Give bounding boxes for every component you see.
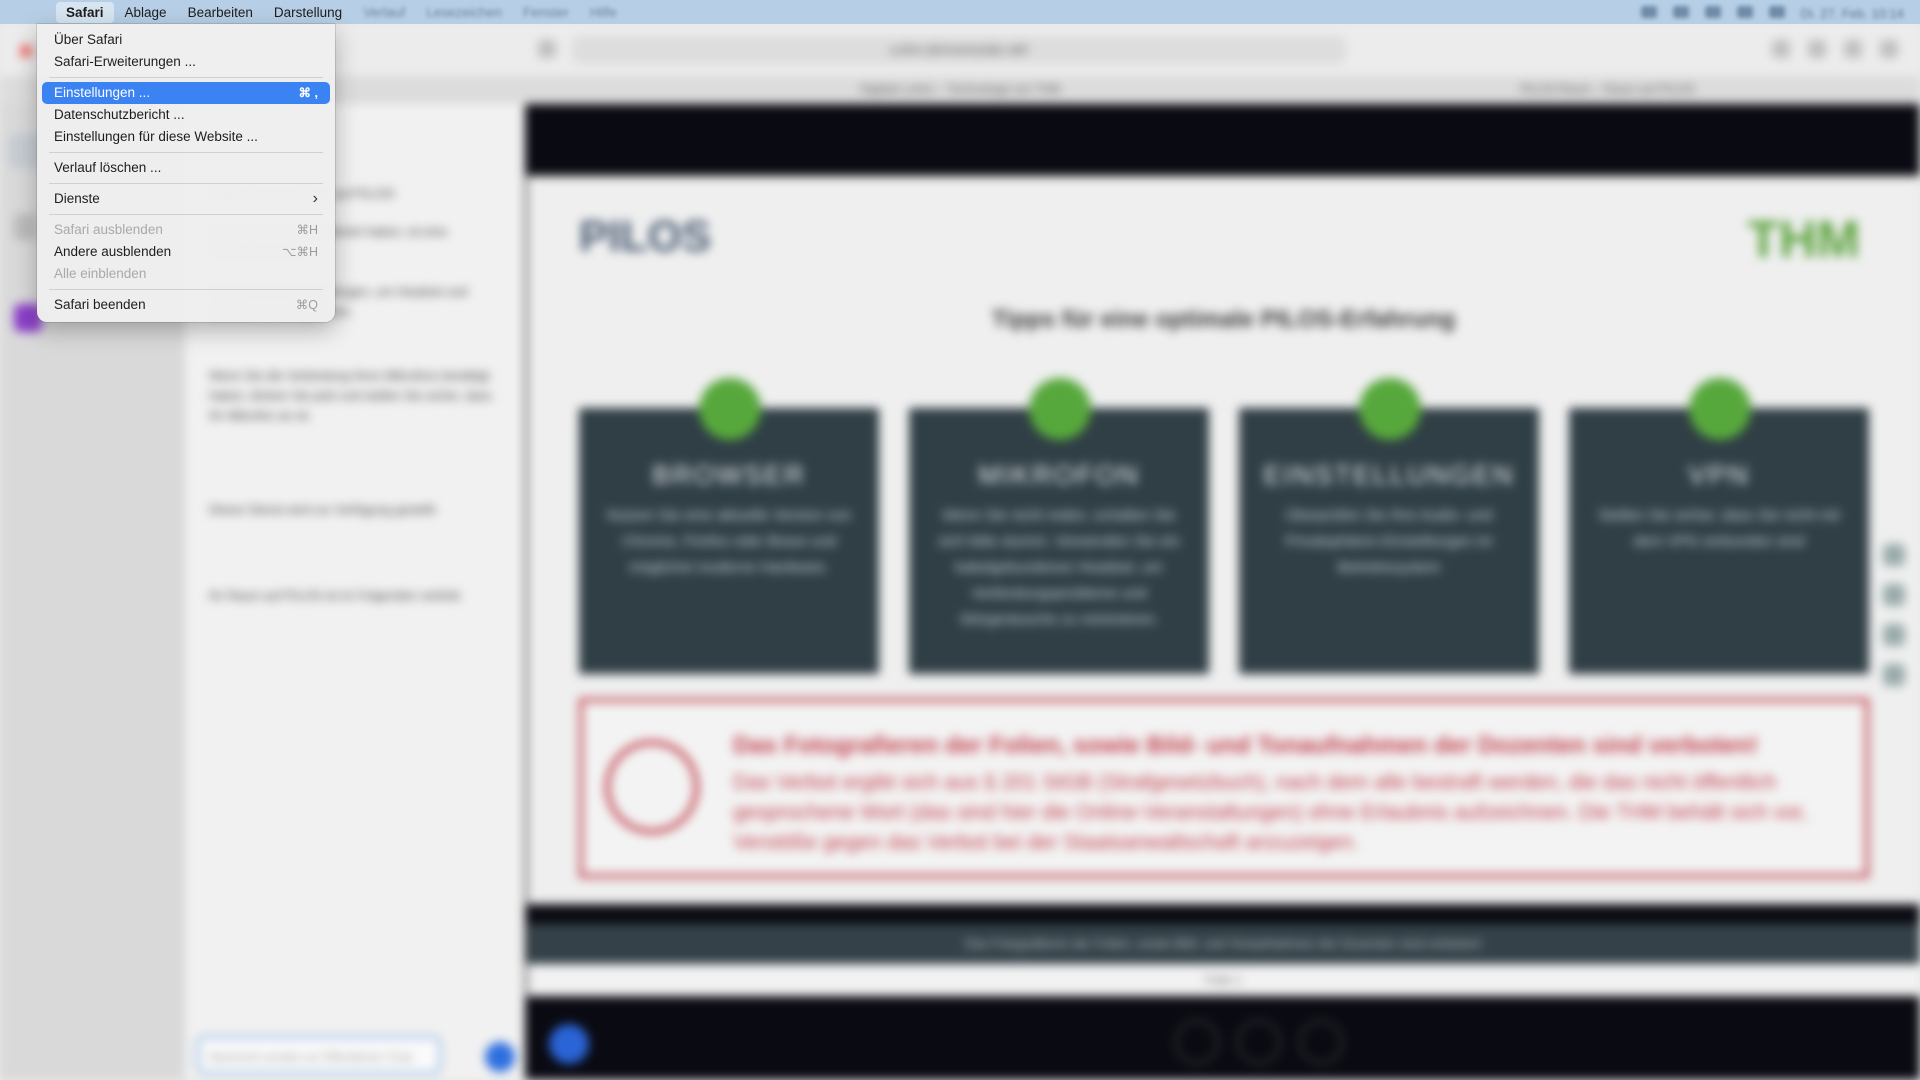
menu-item-show-all: Alle einblenden [42, 263, 330, 285]
menu-item-shortcut: ⌘H [296, 223, 318, 237]
menu-item-label: Über Safari [54, 32, 123, 47]
menu-item-about-safari[interactable]: Über Safari [42, 29, 330, 51]
vpn-icon [1689, 378, 1751, 440]
whiteboard-icon[interactable] [1883, 664, 1905, 686]
camera-button[interactable] [1299, 1020, 1343, 1064]
menu-item-shortcut: ⌥⌘H [282, 245, 318, 259]
tip-card-browser: BROWSER Nutzen Sie eine aktuelle Version… [579, 378, 879, 674]
menu-item-settings[interactable]: Einstellungen ... ⌘ , [42, 82, 330, 104]
menu-item-label: Verlauf löschen ... [54, 160, 162, 175]
search-icon[interactable] [1736, 6, 1753, 18]
status-area: Di. 27. Feb. 10:14 [1640, 0, 1920, 24]
chevron-right-icon: › [312, 190, 318, 207]
tip-card-vpn: VPN Stellen Sie sicher, dass Sie nicht m… [1569, 378, 1869, 674]
hand-icon[interactable] [1883, 544, 1905, 566]
menu-separator [49, 152, 323, 153]
presentation-ticker: Das Fotografieren der Folien, sowie Bild… [527, 924, 1920, 964]
shield-icon[interactable] [538, 40, 556, 58]
settings-icon [1359, 378, 1421, 440]
sidebar-notes-icon[interactable] [14, 214, 36, 240]
menu-item-clear-history[interactable]: Verlauf löschen ... [42, 157, 330, 179]
menu-safari[interactable]: Safari [56, 1, 114, 23]
thm-logo: THM [1747, 211, 1860, 269]
menu-item-label: Dienste [54, 191, 100, 206]
menu-darstellung[interactable]: Darstellung [264, 2, 352, 23]
menu-item-label: Safari-Erweiterungen ... [54, 54, 196, 69]
menu-item-hide-others[interactable]: Andere ausblenden ⌥⌘H [42, 241, 330, 263]
menu-item-label: Einstellungen für diese Website ... [54, 129, 258, 144]
card-text: Überprüfen Sie Ihre Audio- und Privatsph… [1285, 507, 1493, 576]
menu-item-quit-safari[interactable]: Safari beenden ⌘Q [42, 294, 330, 316]
tip-card-mikrofon: MIKROFON Wenn Sie nicht reden, schalten … [909, 378, 1209, 674]
send-button[interactable] [485, 1042, 515, 1072]
trash-icon[interactable] [1883, 624, 1905, 646]
menu-item-label: Safari beenden [54, 297, 146, 312]
lock-icon[interactable] [1768, 6, 1785, 18]
audio-button[interactable] [1237, 1020, 1281, 1064]
menu-hilfe[interactable]: Hilfe [580, 2, 627, 23]
warning-text: Das Verbot ergibt sich aus § 201 StGB (S… [733, 771, 1808, 854]
chat-message: Wenn Sie die Verbindung Ihres Mikrofons … [209, 369, 492, 423]
menu-item-label: Datenschutzbericht ... [54, 107, 185, 122]
actions-button[interactable] [549, 1024, 589, 1064]
chat-message: Ihr Raum auf PILOS ist im Folgenden verl… [209, 589, 464, 603]
card-text: Nutzen Sie eine aktuelle Version von Chr… [606, 507, 852, 576]
card-title: VPN [1688, 460, 1750, 490]
address-bar[interactable]: a.thm.de/rooms/abc-def [572, 36, 1346, 64]
battery-icon[interactable] [1640, 6, 1657, 18]
share-icon[interactable] [1808, 40, 1826, 58]
card-title: BROWSER [652, 460, 806, 490]
chat-input[interactable]: Nachricht senden an Öffentlicher Chat [197, 1036, 441, 1074]
menu-item-hide-safari: Safari ausblenden ⌘H [42, 219, 330, 241]
menu-separator [49, 214, 323, 215]
card-title: EINSTELLUNGEN [1263, 460, 1515, 490]
menu-item-label: Einstellungen ... [54, 85, 151, 100]
menu-separator [49, 289, 323, 290]
chat-message: Dieser Dienst wird zur Verfügung gestell… [209, 503, 439, 517]
presentation-slide: PILOS THM Tipps für eine optimale PILOS-… [527, 176, 1920, 904]
tab-pilos-raum[interactable]: PILOS Raum – Raum auf PILOS [1520, 82, 1695, 96]
slide-headline: Tipps für eine optimale PILOS-Erfahrung [991, 306, 1456, 333]
menu-item-shortcut: ⌘Q [295, 298, 318, 312]
menu-item-privacy-report[interactable]: Datenschutzbericht ... [42, 104, 330, 126]
control-center-icon[interactable] [1672, 6, 1689, 18]
no-recording-icon [605, 740, 699, 834]
menu-bar: Safari Ablage Bearbeiten Darstellung Ver… [0, 0, 1920, 24]
warning-title: Das Fotografieren der Folien, sowie Bild… [733, 732, 1758, 759]
menu-separator [49, 77, 323, 78]
menu-separator [49, 183, 323, 184]
menu-item-label: Andere ausblenden [54, 244, 172, 259]
menu-ablage[interactable]: Ablage [115, 2, 177, 23]
new-tab-icon[interactable] [1844, 40, 1862, 58]
browser-icon [699, 378, 761, 440]
tab-digitale-lehre[interactable]: Digitale Lehre – Technologie am THM [860, 82, 1060, 96]
undo-icon[interactable] [1883, 584, 1905, 606]
card-text: Stellen Sie sicher, dass Sie nicht mit d… [1598, 507, 1840, 550]
menu-item-safari-extensions[interactable]: Safari-Erweiterungen ... [42, 51, 330, 73]
menu-item-label: Safari ausblenden [54, 222, 163, 237]
menu-item-services[interactable]: Dienste › [42, 188, 330, 210]
download-icon[interactable] [1772, 40, 1790, 58]
menu-item-website-settings[interactable]: Einstellungen für diese Website ... [42, 126, 330, 148]
menu-item-label: Alle einblenden [54, 266, 147, 281]
menu-fenster[interactable]: Fenster [513, 2, 579, 23]
menu-item-shortcut: ⌘ , [298, 86, 318, 100]
safari-menu-dropdown: Über Safari Safari-Erweiterungen ... Ein… [37, 24, 335, 322]
slide-pager[interactable]: Folie 1 [527, 964, 1920, 996]
wifi-icon[interactable] [1704, 6, 1721, 18]
card-title: MIKROFON [978, 460, 1140, 490]
tip-card-einstellungen: EINSTELLUNGEN Überprüfen Sie Ihre Audio-… [1239, 378, 1539, 674]
menu-verlauf[interactable]: Verlauf [353, 2, 415, 23]
pilos-logo: PILOS [579, 212, 712, 261]
menu-lesezeichen[interactable]: Lesezeichen [416, 2, 512, 23]
menu-bearbeiten[interactable]: Bearbeiten [178, 2, 263, 23]
microphone-icon [1029, 378, 1091, 440]
close-window-button[interactable] [20, 45, 32, 57]
microphone-button[interactable] [1175, 1020, 1219, 1064]
tab-overview-icon[interactable] [1880, 40, 1898, 58]
presentation-area: PILOS THM Tipps für eine optimale PILOS-… [525, 104, 1920, 1080]
card-text: Wenn Sie nicht reden, schalten Sie sich … [938, 507, 1180, 628]
menubar-clock[interactable]: Di. 27. Feb. 10:14 [1801, 6, 1904, 21]
warning-box: Das Fotografieren der Folien, sowie Bild… [579, 698, 1869, 878]
